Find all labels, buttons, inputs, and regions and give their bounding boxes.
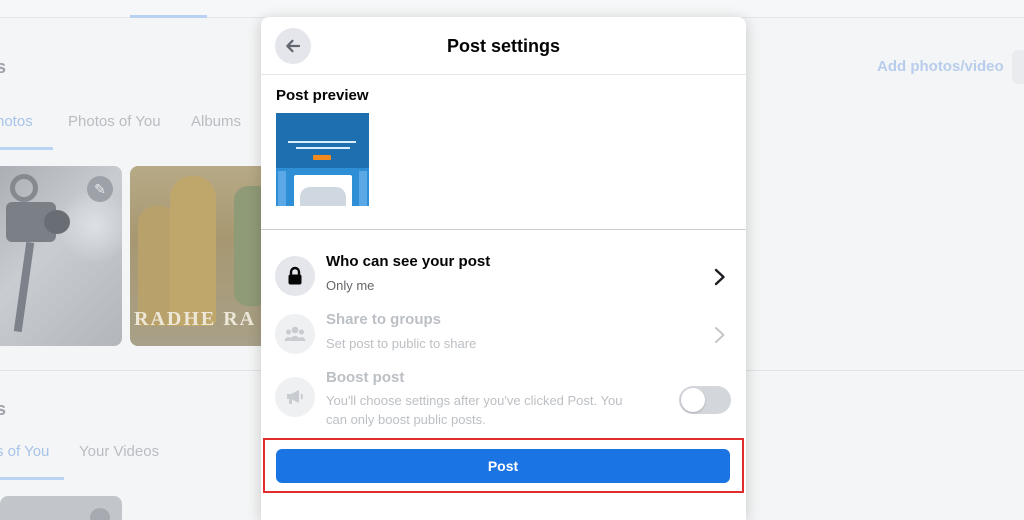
add-photos-button[interactable]: Add photos/video [877, 58, 1004, 75]
setting-subtitle-line-1: You'll choose settings after you've clic… [326, 393, 623, 408]
photo-thumbnail-radhe[interactable]: RADHE RA [130, 166, 270, 346]
chevron-right-icon [715, 327, 725, 343]
post-preview-section: Post preview [261, 75, 746, 230]
boost-post-row: Boost post You'll choose settings after … [261, 364, 746, 434]
dialog-title: Post settings [446, 36, 561, 56]
setting-title: Who can see your post [326, 253, 491, 270]
post-preview-thumbnail [276, 113, 369, 206]
boost-post-toggle[interactable] [679, 386, 731, 414]
top-bar [0, 0, 1024, 18]
tab-albums[interactable]: Albums [191, 113, 241, 130]
arrow-left-icon [286, 39, 301, 53]
setting-subtitle: Only me [326, 278, 375, 293]
post-settings-dialog: Post settings Post preview Who can see y… [261, 17, 746, 520]
megaphone-icon [275, 377, 315, 417]
groups-icon [275, 314, 315, 354]
tab-your-photos[interactable]: hotos [0, 113, 33, 130]
back-button[interactable] [275, 28, 311, 64]
toggle-knob [681, 388, 705, 412]
setting-subtitle-line-2: can only boost public posts. [326, 412, 486, 427]
audience-setting-row[interactable]: Who can see your post Only me [261, 248, 746, 306]
post-button[interactable]: Post [276, 449, 730, 483]
section-heading-videos: s [0, 399, 7, 419]
pencil-icon[interactable]: ✎ [87, 176, 113, 202]
post-preview-label: Post preview [276, 87, 369, 104]
tab-underline [0, 477, 64, 480]
dialog-header: Post settings [261, 17, 746, 75]
lock-icon [275, 256, 315, 296]
tab-videos-of-you[interactable]: s of You [0, 443, 49, 460]
thumbnail-overlay-text: RADHE RA [134, 308, 257, 330]
setting-title: Share to groups [326, 311, 442, 328]
setting-subtitle: Set post to public to share [326, 336, 477, 351]
tab-underline [0, 147, 53, 150]
share-to-groups-row[interactable]: Share to groups Set post to public to sh… [261, 306, 746, 364]
active-nav-indicator [130, 15, 207, 18]
section-heading-photos: s [0, 57, 7, 77]
tab-your-videos[interactable]: Your Videos [79, 443, 159, 460]
chevron-right-icon [714, 268, 725, 286]
setting-title: Boost post [326, 369, 405, 386]
tab-photos-of-you[interactable]: Photos of You [68, 113, 161, 130]
more-options-button[interactable] [1012, 50, 1024, 84]
